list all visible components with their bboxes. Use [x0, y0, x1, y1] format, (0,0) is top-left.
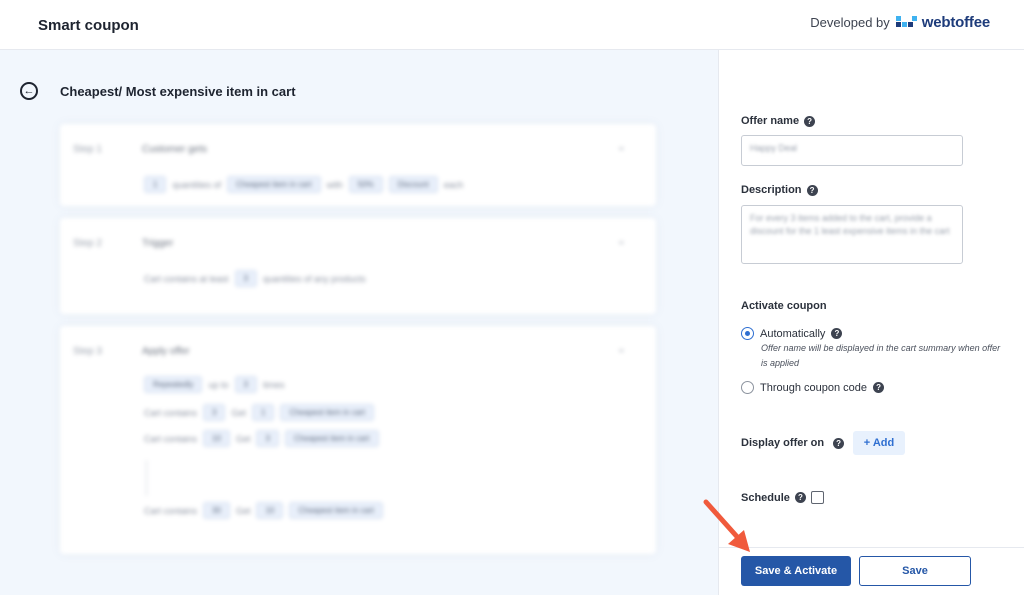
radio-label: Automatically [760, 327, 826, 340]
quantity-chip[interactable]: 10 [203, 430, 230, 447]
item-chip[interactable]: Cheapest item in cart [289, 502, 383, 519]
quantity-chip[interactable]: 30 [203, 502, 230, 519]
sidebar-footer: Save & Activate Save [719, 547, 1024, 595]
repeat-chip[interactable]: Repeatedly [144, 376, 203, 393]
radio-automatically[interactable]: Automatically ? [741, 327, 843, 340]
row-text: Cart contains [144, 505, 198, 516]
description-field[interactable]: For every 3 items added to the cart, pro… [741, 205, 963, 264]
quantity-chip[interactable]: 3 [256, 430, 279, 447]
display-offer-label: Display offer on ? [741, 437, 845, 449]
row-text: Cart contains [144, 433, 198, 444]
quantity-chip[interactable]: 1 [144, 176, 167, 193]
row-text: Cart contains [144, 407, 198, 418]
add-display-offer-button[interactable]: + Add [853, 431, 905, 455]
item-chip[interactable]: Cheapest item in cart [284, 430, 379, 447]
step-title: Apply offer [142, 346, 190, 357]
item-chip[interactable]: Cheapest item in cart [280, 404, 375, 421]
save-and-activate-button[interactable]: Save & Activate [741, 556, 851, 586]
offer-name-field[interactable]: Happy Deal [741, 135, 963, 166]
step-number: Step 3 [73, 346, 102, 357]
divider [146, 460, 147, 496]
row-text: Get [235, 505, 251, 516]
step-row: Repeatedly up to 3 times [144, 376, 284, 393]
step-row: Cart contains 3 Get 1 Cheapest item in c… [144, 404, 375, 421]
row-text: times [262, 379, 285, 390]
offer-name-label-text: Offer name [741, 115, 800, 127]
description-label: Description ? [741, 184, 818, 196]
arrow-left-icon: ← [23, 84, 35, 97]
row-text: Get [231, 407, 246, 418]
app-title: Smart coupon [38, 17, 139, 34]
percent-chip[interactable]: 50% [348, 176, 383, 193]
step-row: Cart contains 30 Get 10 Cheapest item in… [144, 502, 383, 519]
step-title: Customer gets [142, 144, 208, 155]
step-row: Cart contains at least 3 quantities of a… [144, 270, 366, 287]
display-offer-label-text: Display offer on [741, 437, 825, 449]
main-content: ← Cheapest/ Most expensive item in cart … [0, 50, 718, 595]
description-label-text: Description [741, 184, 802, 196]
help-icon[interactable]: ? [833, 437, 845, 449]
step-row: Cart contains 10 Get 3 Cheapest item in … [144, 430, 379, 447]
pointer-arrow-icon [703, 499, 750, 552]
row-text: up to [208, 379, 229, 390]
row-text: Cart contains at least [144, 273, 229, 284]
help-icon[interactable]: ? [831, 328, 843, 339]
radio-unselected-icon[interactable] [741, 381, 754, 394]
offer-name-label: Offer name ? [741, 115, 816, 127]
back-button[interactable]: ← [20, 82, 38, 100]
step-number: Step 1 [73, 144, 102, 155]
description-value: For every 3 items added to the cart, pro… [750, 213, 950, 236]
quantity-chip[interactable]: 3 [203, 404, 226, 421]
webtoffee-logo[interactable]: webtoffee [895, 14, 990, 31]
quantity-chip[interactable]: 3 [234, 376, 257, 393]
step-card-2[interactable]: Step 2 Trigger ⌄ Cart contains at least … [60, 218, 656, 314]
step-card-3[interactable]: Step 3 Apply offer ⌄ Repeatedly up to 3 … [60, 326, 656, 554]
developer-credit: Developed by webtoffee [810, 14, 990, 31]
step-row: 1 quantities of Cheapest item in cart wi… [144, 176, 463, 193]
save-button[interactable]: Save [859, 556, 971, 586]
discount-chip[interactable]: Discount [388, 176, 438, 193]
page-title: Cheapest/ Most expensive item in cart [60, 84, 296, 99]
activate-coupon-label: Activate coupon [741, 300, 827, 312]
offer-name-value: Happy Deal [750, 143, 798, 153]
help-icon[interactable]: ? [806, 184, 818, 196]
radio-description: Offer name will be displayed in the cart… [761, 343, 1001, 368]
offer-settings-sidebar: Offer name ? Happy Deal Description ? Fo… [718, 50, 1024, 595]
radio-label: Through coupon code [760, 381, 868, 394]
quantity-chip[interactable]: 1 [252, 404, 275, 421]
step-card-1[interactable]: Step 1 Customer gets ⌄ 1 quantities of C… [60, 124, 656, 206]
developed-by-text: Developed by [810, 15, 890, 30]
quantity-chip[interactable]: 10 [256, 502, 284, 519]
help-icon[interactable]: ? [794, 492, 806, 503]
chevron-down-icon[interactable]: ⌄ [617, 140, 626, 153]
help-icon[interactable]: ? [873, 382, 885, 393]
row-text: quantities of any products [263, 273, 366, 284]
item-chip[interactable]: Cheapest item in cart [227, 176, 321, 193]
chevron-down-icon[interactable]: ⌄ [617, 342, 626, 355]
row-text: with [326, 179, 343, 190]
webtoffee-logo-icon [895, 15, 918, 30]
step-title: Trigger [142, 238, 174, 249]
top-bar: Smart coupon Developed by webtoffee [0, 0, 1024, 50]
row-text: quantities of [172, 179, 221, 190]
help-icon[interactable]: ? [804, 115, 816, 127]
webtoffee-logo-text: webtoffee [921, 14, 990, 31]
row-text: each [443, 179, 464, 190]
chevron-down-icon[interactable]: ⌄ [617, 234, 626, 247]
row-text: Get [235, 433, 251, 444]
radio-selected-icon[interactable] [741, 327, 754, 340]
quantity-chip[interactable]: 3 [234, 270, 257, 287]
radio-coupon-code[interactable]: Through coupon code ? [741, 381, 885, 394]
schedule-checkbox[interactable] [810, 491, 824, 504]
step-number: Step 2 [73, 238, 102, 249]
